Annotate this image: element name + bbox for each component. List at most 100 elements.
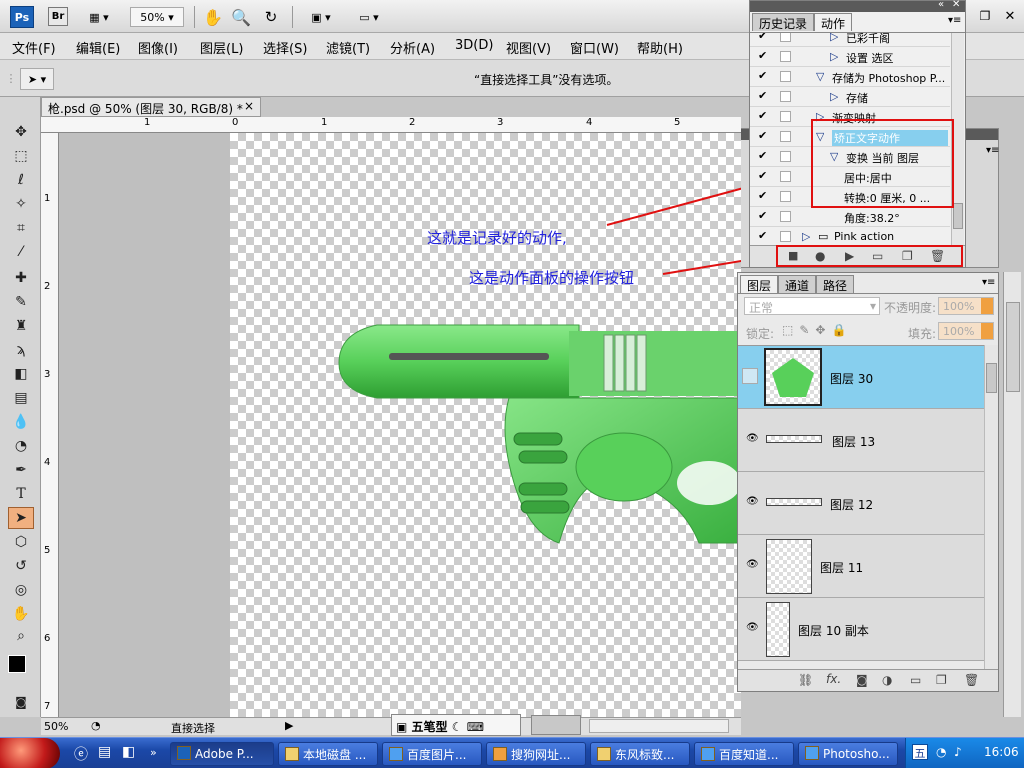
fill-field[interactable]: 100%	[938, 322, 994, 340]
marquee-tool-icon[interactable]: ⬚	[8, 145, 34, 167]
zoom-tool-icon[interactable]: ⌕	[8, 625, 34, 647]
dialog-toggle-empty[interactable]	[780, 231, 791, 242]
task-explorer[interactable]: 本地磁盘 ...	[278, 742, 378, 766]
menu-3d[interactable]: 3D(D)	[455, 38, 493, 53]
eye-icon[interactable]: 👁	[746, 559, 759, 570]
menu-image[interactable]: 图像(I)	[138, 38, 178, 57]
status-info-icon[interactable]: ◔	[91, 719, 101, 732]
clock[interactable]: 16:06	[984, 745, 1019, 759]
eyedropper-icon[interactable]: ⁄	[8, 241, 34, 263]
screen-mode-button[interactable]: ▭ ▾	[352, 7, 386, 27]
dialog-toggle-empty[interactable]	[780, 191, 791, 202]
move-tool-icon[interactable]: ✥	[8, 121, 34, 143]
check-icon[interactable]: ✔	[758, 210, 770, 222]
tab-layers[interactable]: 图层	[740, 275, 779, 293]
dialog-toggle-empty[interactable]	[780, 131, 791, 142]
history-brush-icon[interactable]: ϡ	[8, 339, 34, 361]
opacity-field[interactable]: 100%	[938, 297, 994, 315]
dialog-toggle-empty[interactable]	[780, 211, 791, 222]
check-icon[interactable]: ✔	[758, 33, 770, 42]
dialog-toggle-icon[interactable]	[780, 71, 791, 82]
panel-menu-icon[interactable]: ▾≡	[948, 15, 961, 26]
opacity-slider-icon[interactable]	[981, 298, 993, 314]
foreground-color-swatch[interactable]	[8, 655, 26, 673]
layer-row[interactable]: 👁 图层 10 副本	[738, 598, 984, 661]
menu-file[interactable]: 文件(F)	[12, 38, 56, 57]
eye-icon[interactable]: 👁	[746, 496, 759, 507]
check-icon[interactable]: ✔	[758, 70, 770, 82]
collapse-triangle-icon[interactable]: ▷	[830, 50, 838, 63]
crop-tool-icon[interactable]: ⌗	[8, 217, 34, 239]
hand-tool-icon[interactable]: ✋	[202, 6, 224, 28]
menu-window[interactable]: 窗口(W)	[570, 38, 619, 57]
shape-tool-icon[interactable]: ⬡	[8, 531, 34, 553]
action-row[interactable]: ✔ ▷ 设置 选区	[750, 47, 950, 67]
close-document-icon[interactable]: ×	[244, 99, 254, 113]
screen-layout-button[interactable]: ▦ ▾	[82, 7, 116, 27]
menu-filter[interactable]: 滤镜(T)	[326, 38, 370, 57]
link-icon[interactable]: ⛓	[798, 673, 813, 687]
photoshop-logo[interactable]: Ps	[10, 6, 34, 28]
collapse-triangle-icon[interactable]: ▷	[830, 33, 838, 43]
close-icon[interactable]: ✕	[1000, 6, 1020, 26]
expand-triangle-icon[interactable]: ▽	[816, 70, 824, 83]
tool-preset-picker[interactable]: ➤ ▾	[20, 68, 54, 90]
quicklaunch-more-icon[interactable]: »	[150, 746, 157, 759]
action-row[interactable]: ✔ ▷ 存储	[750, 87, 950, 107]
action-row[interactable]: ✔ ▷ 已彩千阁	[750, 33, 950, 47]
media-icon[interactable]: ◧	[122, 744, 135, 760]
menu-analysis[interactable]: 分析(A)	[390, 38, 435, 57]
dialog-toggle-icon[interactable]	[780, 91, 791, 102]
task-photoshop-2[interactable]: Photosho...	[798, 742, 898, 766]
healing-brush-icon[interactable]: ✚	[8, 267, 34, 289]
bridge-button[interactable]: Br	[48, 7, 68, 26]
check-icon[interactable]: ✔	[758, 90, 770, 102]
dialog-toggle-empty[interactable]	[780, 171, 791, 182]
dodge-tool-icon[interactable]: ◔	[8, 435, 34, 457]
task-browser-1[interactable]: 百度图片...	[382, 742, 482, 766]
check-icon[interactable]: ✔	[758, 230, 770, 242]
collapse-triangle-icon[interactable]: ▷	[830, 90, 838, 103]
menu-edit[interactable]: 编辑(E)	[76, 38, 120, 57]
gradient-tool-icon[interactable]: ▤	[8, 387, 34, 409]
show-desktop-icon[interactable]: ▤	[98, 744, 111, 760]
layer-row[interactable]: 👁 图层 11	[738, 535, 984, 598]
scroll-thumb[interactable]	[1006, 302, 1020, 392]
tab-channels[interactable]: 通道	[778, 275, 817, 293]
task-explorer-2[interactable]: 东风标致...	[590, 742, 690, 766]
mask-icon[interactable]: ◙	[856, 673, 868, 687]
ie-icon[interactable]: ⓔ	[74, 744, 88, 764]
scroll-thumb[interactable]	[953, 203, 963, 229]
document-canvas-area[interactable]: 这就是记录好的动作, 这是动作面板的操作按钮	[59, 133, 741, 717]
tab-actions[interactable]: 动作	[814, 13, 853, 31]
check-icon[interactable]: ✔	[758, 130, 770, 142]
zoom-dropdown[interactable]: 50% ▾	[130, 7, 184, 27]
document-tab[interactable]: 枪.psd @ 50% (图层 30, RGB/8) * ×	[41, 97, 261, 117]
check-icon[interactable]: ✔	[758, 110, 770, 122]
clone-stamp-icon[interactable]: ♜	[8, 315, 34, 337]
action-row[interactable]: ✔ ▽ 存储为 Photoshop P...	[750, 67, 950, 87]
dialog-toggle-empty[interactable]	[780, 151, 791, 162]
ime-toolbar[interactable]: ▣ 五笔型 ☾ ⌨	[391, 714, 521, 736]
dialog-toggle-empty[interactable]	[780, 111, 791, 122]
eye-icon[interactable]: 👁	[746, 622, 759, 633]
network-icon[interactable]: ◔	[936, 745, 946, 759]
action-row[interactable]: ✔ ▷ ▭ Pink action	[750, 227, 950, 245]
close-panel-icon[interactable]: ✕	[952, 0, 960, 10]
task-browser-3[interactable]: 百度知道...	[694, 742, 794, 766]
panel-menu-icon[interactable]: ▾≡	[986, 145, 999, 156]
lasso-tool-icon[interactable]: ℓ	[8, 169, 34, 191]
trash-icon[interactable]: 🗑	[964, 673, 979, 687]
tab-history[interactable]: 历史记录	[752, 13, 815, 31]
menu-layer[interactable]: 图层(L)	[200, 38, 243, 57]
magic-wand-icon[interactable]: ✧	[8, 193, 34, 215]
type-tool-icon[interactable]: T	[8, 483, 34, 505]
check-icon[interactable]: ✔	[758, 150, 770, 162]
volume-icon[interactable]: ♪	[954, 745, 962, 759]
zoom-tool-icon[interactable]: 🔍	[230, 6, 252, 28]
scroll-thumb[interactable]	[986, 363, 997, 393]
rotate-view-icon[interactable]: ↻	[260, 6, 282, 28]
layer-row[interactable]: 👁 图层 13	[738, 409, 984, 472]
layers-scrollbar[interactable]	[984, 345, 998, 669]
task-browser-2[interactable]: 搜狗网址...	[486, 742, 586, 766]
